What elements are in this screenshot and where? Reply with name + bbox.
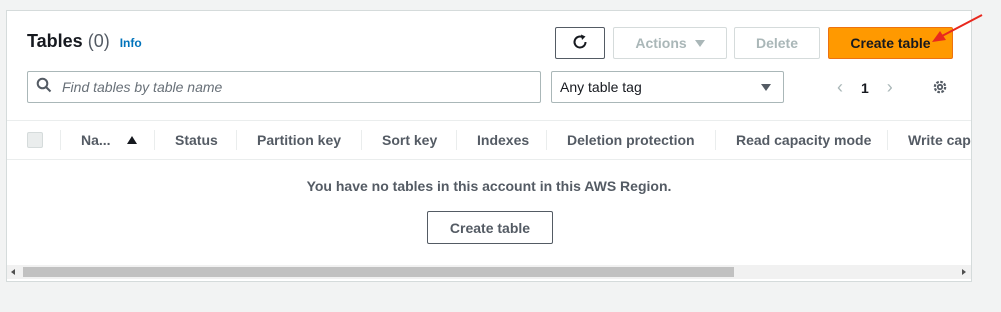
column-header-sort-key[interactable]: Sort key (382, 121, 437, 159)
delete-button[interactable]: Delete (734, 27, 820, 59)
previous-page-button[interactable]: ‹ (837, 77, 843, 98)
next-page-button[interactable]: › (887, 77, 893, 98)
horizontal-scrollbar[interactable] (7, 265, 971, 279)
annotation-arrow-icon (932, 14, 983, 42)
table-count: (0) (87, 31, 110, 51)
actions-dropdown-button[interactable]: Actions (613, 27, 727, 59)
column-header-read-capacity-mode[interactable]: Read capacity mode (736, 121, 871, 159)
empty-state-message: You have no tables in this account in th… (306, 178, 672, 194)
column-divider (154, 130, 155, 150)
scroll-right-icon[interactable] (962, 269, 966, 275)
title-row: Tables (0) Info (27, 31, 142, 52)
info-link[interactable]: Info (120, 36, 142, 50)
column-divider (546, 130, 547, 150)
column-header-name-label: Na... (81, 132, 111, 148)
column-header-partition-key[interactable]: Partition key (257, 121, 341, 159)
column-header-name[interactable]: Na... (81, 121, 137, 159)
search-input[interactable] (60, 78, 524, 96)
column-header-status[interactable]: Status (175, 121, 218, 159)
column-divider (361, 130, 362, 150)
column-header-deletion-protection[interactable]: Deletion protection (567, 121, 695, 159)
search-icon (36, 77, 52, 98)
scroll-left-icon[interactable] (11, 269, 15, 275)
actions-label: Actions (635, 35, 687, 51)
page-title-text: Tables (27, 31, 83, 51)
column-divider (715, 130, 716, 150)
chevron-down-icon (694, 39, 705, 47)
refresh-icon (571, 33, 589, 54)
table-header-row: Na... Status Partition key Sort key Inde… (7, 120, 971, 160)
preferences-button[interactable] (931, 78, 949, 101)
column-divider (887, 130, 888, 150)
column-header-write-capacity-mode[interactable]: Write capa (908, 121, 971, 159)
column-divider (456, 130, 457, 150)
pagination: ‹ 1 › (837, 77, 893, 98)
empty-state-create-table-button[interactable]: Create table (427, 211, 553, 244)
search-field[interactable] (27, 71, 541, 103)
sort-ascending-icon (126, 136, 137, 144)
chevron-down-icon (761, 83, 771, 91)
select-all-checkbox[interactable] (27, 132, 43, 148)
column-header-indexes[interactable]: Indexes (477, 121, 529, 159)
page-title: Tables (0) (27, 31, 110, 52)
tables-panel: Tables (0) Info Actions Delete Create ta… (6, 10, 972, 282)
table-tag-select-value: Any table tag (560, 79, 642, 95)
refresh-button[interactable] (555, 27, 605, 59)
gear-icon (931, 80, 949, 100)
column-divider (236, 130, 237, 150)
page-number[interactable]: 1 (861, 80, 869, 96)
table-tag-select[interactable]: Any table tag (551, 71, 784, 103)
scrollbar-thumb[interactable] (23, 267, 734, 277)
column-divider (60, 130, 61, 150)
